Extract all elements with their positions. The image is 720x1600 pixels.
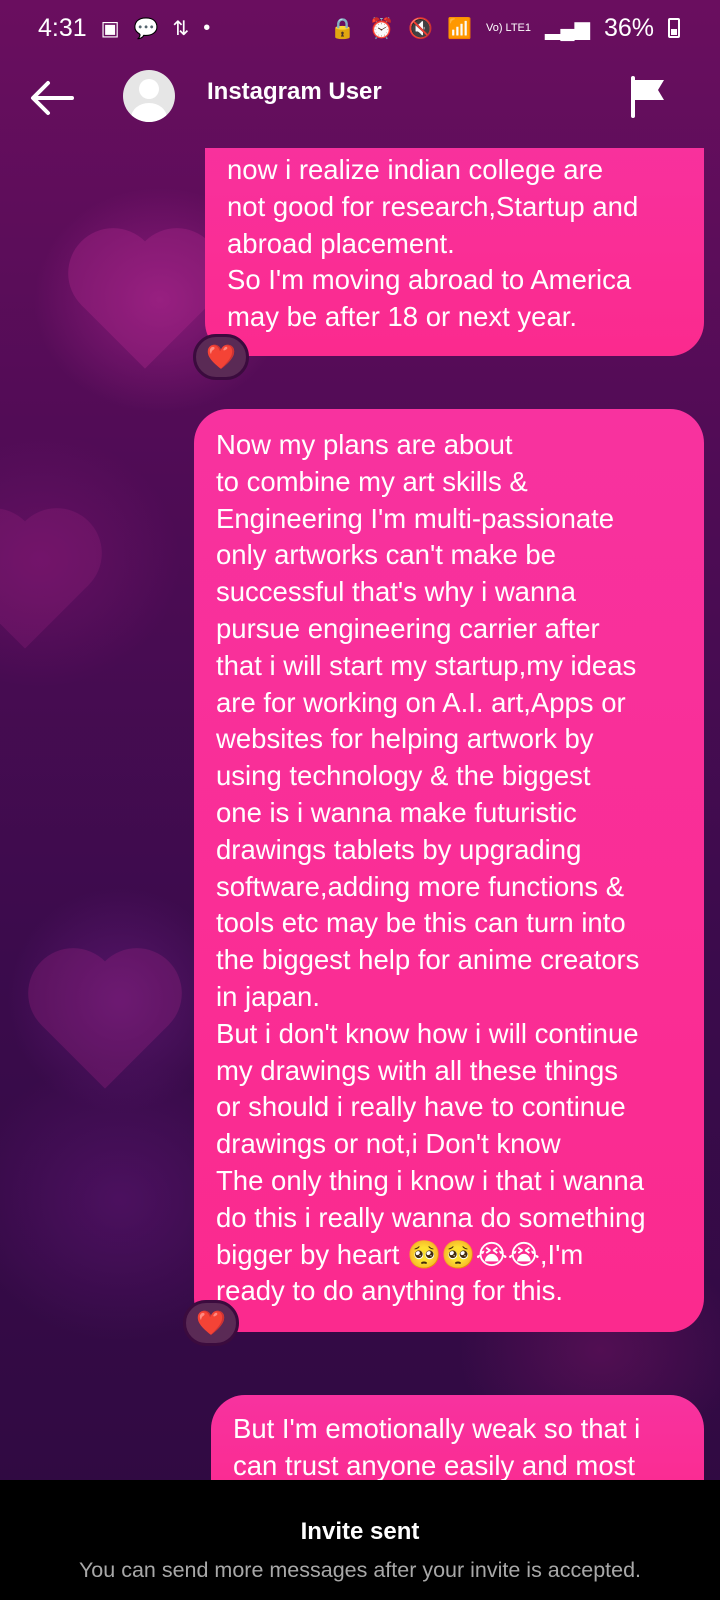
gallery-notification-icon: ▣ (100, 17, 120, 40)
invite-footer: Invite sent You can send more messages a… (0, 1480, 720, 1600)
message-bubble[interactable]: But I'm emotionally weak so that i can t… (211, 1395, 704, 1480)
message-bubble[interactable]: now i realize indian college are not goo… (205, 148, 704, 356)
back-arrow-icon[interactable] (30, 80, 74, 116)
signal-icon: ▂▄▆ (545, 17, 590, 40)
more-notifications-dot-icon: • (203, 16, 211, 39)
chat-notification-icon: 💬 (133, 17, 159, 40)
lock-icon: 🔒 (330, 17, 356, 40)
heart-reaction[interactable]: ❤️ (193, 334, 249, 380)
status-left: 4:31 ▣ 💬 ⇅ • (38, 14, 210, 43)
status-right: 🔒 ⏰ 🔇 📶 Vo) LTE1 ▂▄▆ 36% (330, 14, 680, 43)
wifi-icon: 📶 (447, 17, 472, 40)
battery-icon (668, 18, 680, 38)
data-transfer-icon: ⇅ (172, 17, 190, 40)
heart-reaction[interactable]: ❤️ (183, 1300, 239, 1346)
status-time: 4:31 (38, 13, 87, 42)
network-type-label: Vo) LTE1 (485, 21, 532, 34)
message-thread[interactable]: now i realize indian college are not goo… (0, 148, 720, 1480)
invite-sent-subtitle: You can send more messages after your in… (78, 1558, 642, 1582)
chat-header: Instagram User (0, 60, 720, 136)
status-bar: 4:31 ▣ 💬 ⇅ • 🔒 ⏰ 🔇 📶 Vo) LTE1 ▂▄▆ 36% (0, 0, 720, 56)
invite-sent-title: Invite sent (300, 1518, 420, 1545)
battery-percent: 36% (603, 13, 654, 42)
avatar[interactable] (123, 70, 175, 122)
alarm-icon: ⏰ (369, 17, 395, 40)
message-bubble[interactable]: Now my plans are about to combine my art… (194, 409, 704, 1333)
report-flag-icon[interactable] (628, 76, 668, 118)
mute-icon: 🔇 (408, 17, 434, 40)
contact-name[interactable]: Instagram User (207, 78, 382, 106)
